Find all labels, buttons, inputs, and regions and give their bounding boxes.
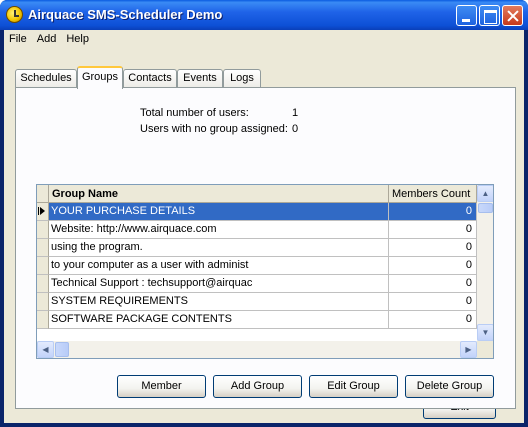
- scroll-right-icon[interactable]: ▶: [460, 341, 477, 358]
- no-group-label: Users with no group assigned:: [140, 123, 288, 135]
- edit-group-button[interactable]: Edit Group: [309, 375, 398, 398]
- tab-logs[interactable]: Logs: [223, 69, 261, 88]
- menu-bar: File Add Help: [4, 30, 524, 49]
- row-selector[interactable]: [37, 311, 49, 329]
- group-name-cell[interactable]: SOFTWARE PACKAGE CONTENTS: [49, 311, 389, 329]
- close-button[interactable]: [502, 5, 523, 26]
- tab-events[interactable]: Events: [177, 69, 223, 88]
- horizontal-scrollbar[interactable]: ◀ ▶: [37, 341, 477, 358]
- row-selector-header: [37, 185, 49, 203]
- total-users-label: Total number of users:: [140, 107, 249, 119]
- table-row[interactable]: SOFTWARE PACKAGE CONTENTS 0: [37, 311, 477, 329]
- groups-table[interactable]: Group Name Members Count YOUR PURCHASE D…: [36, 184, 494, 359]
- table-row[interactable]: SYSTEM REQUIREMENTS 0: [37, 293, 477, 311]
- member-button[interactable]: Member: [117, 375, 206, 398]
- members-count-cell[interactable]: 0: [389, 257, 477, 275]
- table-row[interactable]: Technical Support : techsupport@airquac …: [37, 275, 477, 293]
- column-header-group-name[interactable]: Group Name: [49, 185, 389, 203]
- menu-file[interactable]: File: [4, 30, 32, 49]
- members-count-cell[interactable]: 0: [389, 239, 477, 257]
- scrollbar-corner: [477, 341, 493, 358]
- maximize-button[interactable]: [479, 5, 500, 26]
- tab-groups[interactable]: Groups: [77, 66, 123, 89]
- add-group-button[interactable]: Add Group: [213, 375, 302, 398]
- table-body: YOUR PURCHASE DETAILS 0 Website: http://…: [37, 203, 477, 329]
- tab-schedules[interactable]: Schedules: [15, 69, 77, 88]
- groups-panel: Total number of users: 1 Users with no g…: [15, 87, 516, 409]
- members-count-cell[interactable]: 0: [389, 203, 477, 221]
- tab-contacts[interactable]: Contacts: [123, 69, 177, 88]
- table-row[interactable]: YOUR PURCHASE DETAILS 0: [37, 203, 477, 221]
- group-name-cell[interactable]: SYSTEM REQUIREMENTS: [49, 293, 389, 311]
- members-count-cell[interactable]: 0: [389, 293, 477, 311]
- app-clock-icon[interactable]: [6, 6, 23, 23]
- no-group-value: 0: [292, 123, 299, 135]
- row-selector[interactable]: [37, 257, 49, 275]
- row-pointer-icon: [38, 207, 45, 215]
- total-users-value: 1: [292, 107, 299, 119]
- table-row[interactable]: Website: http://www.airquace.com 0: [37, 221, 477, 239]
- vertical-scrollbar[interactable]: ▲ ▼: [477, 185, 493, 341]
- table-row[interactable]: using the program. 0: [37, 239, 477, 257]
- group-name-cell[interactable]: Technical Support : techsupport@airquac: [49, 275, 389, 293]
- minimize-button[interactable]: [456, 5, 477, 26]
- row-selector[interactable]: [37, 293, 49, 311]
- group-name-cell[interactable]: to your computer as a user with administ: [49, 257, 389, 275]
- group-name-cell[interactable]: Website: http://www.airquace.com: [49, 221, 389, 239]
- group-name-cell[interactable]: YOUR PURCHASE DETAILS: [49, 203, 389, 221]
- client-area: File Add Help Schedules Groups Contacts …: [4, 30, 524, 423]
- members-count-cell[interactable]: 0: [389, 221, 477, 239]
- table-row[interactable]: to your computer as a user with administ…: [37, 257, 477, 275]
- column-header-members-count[interactable]: Members Count: [389, 185, 477, 203]
- delete-group-button[interactable]: Delete Group: [405, 375, 494, 398]
- group-name-cell[interactable]: using the program.: [49, 239, 389, 257]
- members-count-cell[interactable]: 0: [389, 275, 477, 293]
- window-title: Airquace SMS-Scheduler Demo: [28, 7, 223, 22]
- table-header: Group Name Members Count: [37, 185, 477, 203]
- row-selector[interactable]: [37, 203, 49, 221]
- scroll-up-icon[interactable]: ▲: [477, 185, 493, 202]
- horizontal-scroll-thumb[interactable]: [55, 342, 69, 357]
- menu-help[interactable]: Help: [61, 30, 94, 49]
- app-window: Airquace SMS-Scheduler Demo File Add Hel…: [0, 0, 528, 427]
- vertical-scroll-thumb[interactable]: [478, 203, 493, 213]
- title-bar[interactable]: Airquace SMS-Scheduler Demo: [0, 0, 528, 30]
- menu-add[interactable]: Add: [32, 30, 62, 49]
- scroll-down-icon[interactable]: ▼: [477, 324, 493, 341]
- scroll-left-icon[interactable]: ◀: [37, 341, 54, 358]
- row-selector[interactable]: [37, 239, 49, 257]
- members-count-cell[interactable]: 0: [389, 311, 477, 329]
- row-selector[interactable]: [37, 221, 49, 239]
- row-selector[interactable]: [37, 275, 49, 293]
